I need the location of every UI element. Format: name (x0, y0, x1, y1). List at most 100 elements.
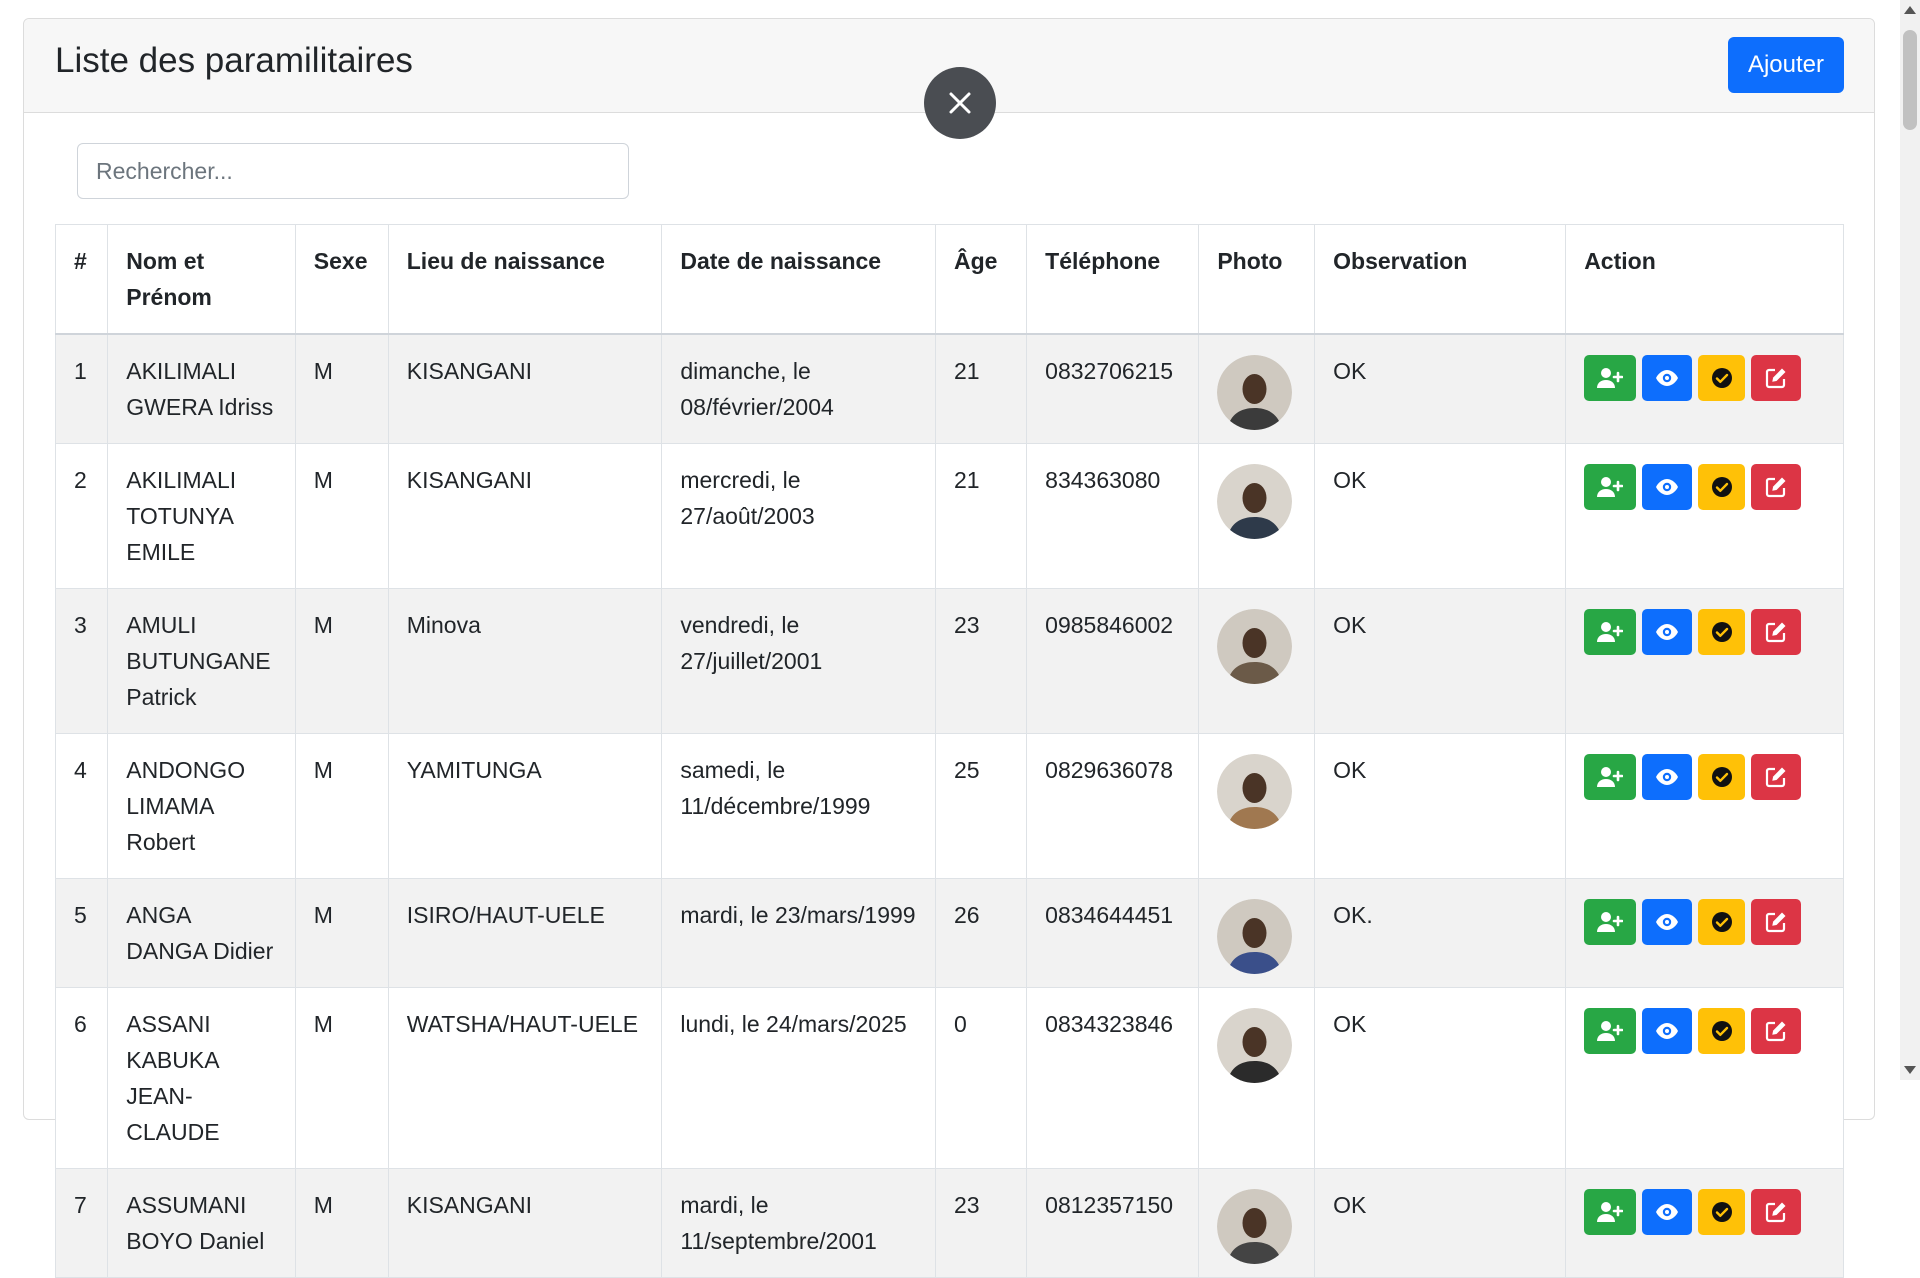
column-header-photo: Photo (1198, 224, 1316, 335)
cell-birthdate: mardi, le 23/mars/1999 (661, 878, 936, 988)
cell-name: ANGA DANGA Didier (107, 878, 296, 988)
view-button[interactable] (1642, 464, 1693, 510)
cell-birthdate: dimanche, le 08/février/2004 (661, 333, 936, 444)
view-button[interactable] (1642, 1189, 1693, 1235)
page-scrollbar[interactable] (1900, 0, 1920, 1080)
cell-number: 2 (54, 443, 109, 589)
cell-sex: M (294, 733, 389, 879)
validate-button[interactable] (1698, 464, 1746, 510)
column-header-phone: Téléphone (1026, 224, 1200, 335)
add-user-button[interactable] (1584, 355, 1637, 401)
cell-name: ASSANI KABUKA JEAN-CLAUDE (107, 987, 296, 1169)
edit-button[interactable] (1751, 609, 1802, 655)
column-header-number: # (54, 224, 109, 335)
validate-button[interactable] (1698, 1189, 1746, 1235)
view-button[interactable] (1642, 1008, 1693, 1054)
cell-sex: M (294, 1168, 389, 1278)
edit-button[interactable] (1751, 355, 1802, 401)
column-header-name: Nom et Prénom (107, 224, 296, 335)
search-input[interactable] (77, 143, 629, 199)
cell-birthplace: KISANGANI (387, 333, 663, 444)
cell-number: 7 (54, 1168, 109, 1278)
avatar (1217, 609, 1293, 684)
cell-phone: 0829636078 (1026, 733, 1200, 879)
cell-age: 23 (934, 588, 1028, 734)
add-button[interactable]: Ajouter (1728, 37, 1844, 93)
cell-photo (1198, 878, 1316, 988)
add-user-button[interactable] (1584, 1008, 1637, 1054)
cell-observation: OK (1314, 987, 1567, 1169)
scroll-down-arrow[interactable] (1904, 1066, 1916, 1074)
cell-birthplace: KISANGANI (387, 443, 663, 589)
add-user-button[interactable] (1584, 1189, 1637, 1235)
view-button[interactable] (1642, 609, 1693, 655)
edit-button[interactable] (1751, 1008, 1802, 1054)
cell-number: 4 (54, 733, 109, 879)
cell-photo (1198, 588, 1316, 734)
cell-age: 25 (934, 733, 1028, 879)
cell-birthdate: mercredi, le 27/août/2003 (661, 443, 936, 589)
edit-button[interactable] (1751, 1189, 1802, 1235)
avatar (1217, 899, 1293, 974)
avatar (1217, 464, 1293, 539)
page-title: Liste des paramilitaires (55, 41, 413, 80)
validate-button[interactable] (1698, 754, 1746, 800)
close-button[interactable] (924, 67, 996, 139)
column-header-birthplace: Lieu de naissance (387, 224, 663, 335)
table-row: 4 ANDONGO LIMAMA Robert M YAMITUNGA samedi, … (54, 733, 1844, 879)
cell-number: 6 (54, 987, 109, 1169)
table-row: 1 AKILIMALI GWERA Idriss M KISANGANI dimanch… (54, 333, 1844, 444)
close-icon (949, 92, 971, 114)
cell-age: 21 (934, 443, 1028, 589)
cell-birthplace: YAMITUNGA (387, 733, 663, 879)
table-row: 2 AKILIMALI TOTUNYA EMILE M KISANGANI mercre… (54, 443, 1844, 589)
cell-photo (1198, 733, 1316, 879)
cell-phone: 0985846002 (1026, 588, 1200, 734)
cell-photo (1198, 443, 1316, 589)
cell-sex: M (294, 878, 389, 988)
scroll-thumb[interactable] (1903, 30, 1917, 130)
edit-button[interactable] (1751, 464, 1802, 510)
validate-button[interactable] (1698, 899, 1746, 945)
cell-age: 26 (934, 878, 1028, 988)
add-user-button[interactable] (1584, 754, 1637, 800)
scroll-up-arrow[interactable] (1904, 6, 1916, 14)
paramilitaires-card: Liste des paramilitaires Ajouter # Nom e… (23, 18, 1875, 1278)
cell-name: AKILIMALI TOTUNYA EMILE (107, 443, 296, 589)
paramilitaires-table: # Nom et Prénom Sexe Lieu de naissance D… (54, 224, 1844, 1278)
column-header-age: Âge (934, 224, 1028, 335)
cell-birthplace: KISANGANI (387, 1168, 663, 1278)
validate-button[interactable] (1698, 609, 1746, 655)
avatar (1217, 355, 1293, 430)
cell-birthplace: WATSHA/HAUT-UELE (387, 987, 663, 1169)
edit-button[interactable] (1751, 899, 1802, 945)
cell-age: 21 (934, 333, 1028, 444)
cell-sex: M (294, 588, 389, 734)
cell-birthdate: samedi, le 11/décembre/1999 (661, 733, 936, 879)
table-row: 5 ANGA DANGA Didier M ISIRO/HAUT-UELE mardi,… (54, 878, 1844, 988)
cell-photo (1198, 1168, 1316, 1278)
validate-button[interactable] (1698, 355, 1746, 401)
add-user-button[interactable] (1584, 464, 1637, 510)
view-button[interactable] (1642, 754, 1693, 800)
view-button[interactable] (1642, 899, 1693, 945)
validate-button[interactable] (1698, 1008, 1746, 1054)
cell-actions (1565, 733, 1844, 879)
cell-birthdate: vendredi, le 27/juillet/2001 (661, 588, 936, 734)
add-user-button[interactable] (1584, 609, 1637, 655)
cell-phone: 0834323846 (1026, 987, 1200, 1169)
cell-observation: OK (1314, 1168, 1567, 1278)
cell-birthdate: lundi, le 24/mars/2025 (661, 987, 936, 1169)
cell-actions (1565, 443, 1844, 589)
cell-birthplace: Minova (387, 588, 663, 734)
add-user-button[interactable] (1584, 899, 1637, 945)
edit-button[interactable] (1751, 754, 1802, 800)
avatar (1217, 1008, 1293, 1083)
cell-name: AMULI BUTUNGANE Patrick (107, 588, 296, 734)
view-button[interactable] (1642, 355, 1693, 401)
table-header-row: # Nom et Prénom Sexe Lieu de naissance D… (54, 224, 1844, 335)
cell-actions (1565, 588, 1844, 734)
cell-actions (1565, 333, 1844, 444)
cell-name: ASSUMANI BOYO Daniel (107, 1168, 296, 1278)
cell-observation: OK (1314, 443, 1567, 589)
